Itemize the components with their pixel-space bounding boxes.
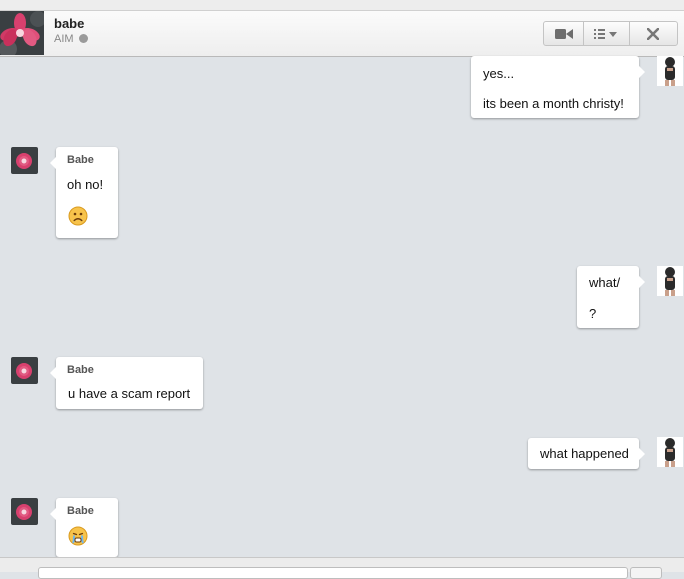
incoming-message-bubble: Babe oh no! [50, 147, 118, 238]
close-icon [647, 27, 660, 40]
message-line: oh no! [67, 177, 104, 192]
my-avatar [657, 56, 683, 86]
message-input[interactable] [38, 567, 628, 579]
contact-status: AIM [54, 33, 88, 45]
contact-message-avatar [11, 357, 38, 384]
outgoing-message-bubble: what happened [528, 438, 645, 469]
sad-face-emoji-icon [68, 206, 88, 226]
contact-message-avatar [11, 498, 38, 525]
contact-name: babe [54, 16, 85, 31]
close-chat-button[interactable] [630, 22, 677, 45]
crying-face-emoji-icon [68, 526, 88, 546]
message-line: u have a scam report [68, 386, 191, 401]
my-avatar [657, 437, 683, 467]
service-label: AIM [54, 33, 74, 45]
contact-avatar[interactable] [0, 11, 44, 55]
composer-button[interactable] [630, 567, 662, 579]
list-menu-icon [593, 28, 617, 39]
outgoing-message-bubble: what/ ? [577, 266, 645, 328]
my-avatar [657, 266, 683, 296]
message-sender: Babe [67, 154, 94, 166]
chat-header: babe AIM [0, 11, 684, 57]
window-top-strip [0, 0, 684, 11]
incoming-message-bubble: Babe u have a scam report [50, 357, 203, 409]
contact-message-avatar [11, 147, 38, 174]
chat-options-button[interactable] [584, 22, 630, 45]
chat-toolbar [543, 21, 678, 46]
incoming-message-bubble: Babe [50, 498, 118, 557]
message-line: yes... [483, 66, 515, 81]
video-camera-icon [554, 28, 573, 39]
message-line: its been a month christy! [483, 96, 624, 111]
video-call-button[interactable] [544, 22, 585, 45]
message-line: ? [589, 306, 597, 321]
message-line: what/ [589, 275, 621, 290]
status-dot [78, 34, 88, 43]
outgoing-message-bubble: yes... its been a month christy! [471, 56, 645, 118]
message-line: what happened [540, 446, 629, 461]
message-sender: Babe [67, 364, 94, 376]
message-sender: Babe [67, 505, 94, 517]
